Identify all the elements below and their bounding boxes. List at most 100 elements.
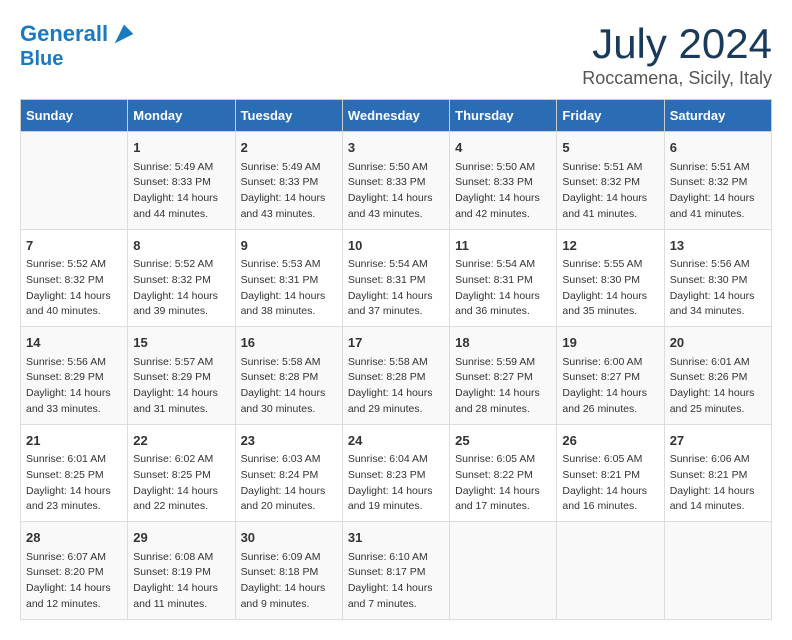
calendar-cell <box>664 522 771 620</box>
location-title: Roccamena, Sicily, Italy <box>582 68 772 89</box>
page-header: Generall Blue July 2024 Roccamena, Sicil… <box>20 20 772 89</box>
calendar-cell: 2Sunrise: 5:49 AM Sunset: 8:33 PM Daylig… <box>235 132 342 230</box>
calendar-cell: 28Sunrise: 6:07 AM Sunset: 8:20 PM Dayli… <box>21 522 128 620</box>
calendar-week-row: 7 Sunrise: 5:52 AM Sunset: 8:32 PM Daylig… <box>21 229 772 327</box>
day-number: 29 <box>133 528 229 548</box>
calendar-cell: 16Sunrise: 5:58 AM Sunset: 8:28 PM Dayli… <box>235 327 342 425</box>
day-info: Sunrise: 5:50 AM Sunset: 8:33 PM Dayligh… <box>348 160 444 223</box>
day-number: 28 <box>26 528 122 548</box>
day-number: 16 <box>241 333 337 353</box>
calendar-cell: 12Sunrise: 5:55 AM Sunset: 8:30 PM Dayli… <box>557 229 664 327</box>
calendar-cell: 25Sunrise: 6:05 AM Sunset: 8:22 PM Dayli… <box>450 424 557 522</box>
day-info: Sunrise: 5:56 AM Sunset: 8:30 PM Dayligh… <box>670 257 766 320</box>
day-info: Sunrise: 6:05 AM Sunset: 8:21 PM Dayligh… <box>562 452 658 515</box>
day-info: Sunrise: 6:08 AM Sunset: 8:19 PM Dayligh… <box>133 550 229 613</box>
day-info: Sunrise: 5:58 AM Sunset: 8:28 PM Dayligh… <box>241 355 337 418</box>
calendar-cell: 17Sunrise: 5:58 AM Sunset: 8:28 PM Dayli… <box>342 327 449 425</box>
calendar-week-row: 14Sunrise: 5:56 AM Sunset: 8:29 PM Dayli… <box>21 327 772 425</box>
calendar-cell: 18Sunrise: 5:59 AM Sunset: 8:27 PM Dayli… <box>450 327 557 425</box>
day-number: 23 <box>241 431 337 451</box>
month-title: July 2024 <box>582 20 772 68</box>
calendar-cell: 10Sunrise: 5:54 AM Sunset: 8:31 PM Dayli… <box>342 229 449 327</box>
day-info: Sunrise: 6:10 AM Sunset: 8:17 PM Dayligh… <box>348 550 444 613</box>
header-sunday: Sunday <box>21 100 128 132</box>
calendar-cell: 8Sunrise: 5:52 AM Sunset: 8:32 PM Daylig… <box>128 229 235 327</box>
calendar-cell: 29Sunrise: 6:08 AM Sunset: 8:19 PM Dayli… <box>128 522 235 620</box>
logo-icon <box>110 20 138 48</box>
day-info: Sunrise: 6:05 AM Sunset: 8:22 PM Dayligh… <box>455 452 551 515</box>
title-block: July 2024 Roccamena, Sicily, Italy <box>582 20 772 89</box>
day-info: Sunrise: 5:49 AM Sunset: 8:33 PM Dayligh… <box>133 160 229 223</box>
calendar-cell: 6Sunrise: 5:51 AM Sunset: 8:32 PM Daylig… <box>664 132 771 230</box>
day-number: 14 <box>26 333 122 353</box>
calendar-cell: 20Sunrise: 6:01 AM Sunset: 8:26 PM Dayli… <box>664 327 771 425</box>
header-monday: Monday <box>128 100 235 132</box>
day-info: Sunrise: 6:06 AM Sunset: 8:21 PM Dayligh… <box>670 452 766 515</box>
day-number: 24 <box>348 431 444 451</box>
day-info: Sunrise: 5:57 AM Sunset: 8:29 PM Dayligh… <box>133 355 229 418</box>
day-info: Sunrise: 5:59 AM Sunset: 8:27 PM Dayligh… <box>455 355 551 418</box>
calendar-cell: 21Sunrise: 6:01 AM Sunset: 8:25 PM Dayli… <box>21 424 128 522</box>
header-thursday: Thursday <box>450 100 557 132</box>
calendar-cell: 3Sunrise: 5:50 AM Sunset: 8:33 PM Daylig… <box>342 132 449 230</box>
day-info: Sunrise: 5:52 AM Sunset: 8:32 PM Dayligh… <box>133 257 229 320</box>
day-info: Sunrise: 5:49 AM Sunset: 8:33 PM Dayligh… <box>241 160 337 223</box>
calendar-cell: 1Sunrise: 5:49 AM Sunset: 8:33 PM Daylig… <box>128 132 235 230</box>
calendar-cell <box>450 522 557 620</box>
header-saturday: Saturday <box>664 100 771 132</box>
day-info: Sunrise: 6:07 AM Sunset: 8:20 PM Dayligh… <box>26 550 122 613</box>
calendar-cell: 30Sunrise: 6:09 AM Sunset: 8:18 PM Dayli… <box>235 522 342 620</box>
day-info: Sunrise: 5:55 AM Sunset: 8:30 PM Dayligh… <box>562 257 658 320</box>
calendar-cell: 15Sunrise: 5:57 AM Sunset: 8:29 PM Dayli… <box>128 327 235 425</box>
calendar-week-row: 1Sunrise: 5:49 AM Sunset: 8:33 PM Daylig… <box>21 132 772 230</box>
calendar-table: Sunday Monday Tuesday Wednesday Thursday… <box>20 99 772 620</box>
header-wednesday: Wednesday <box>342 100 449 132</box>
day-info: Sunrise: 5:58 AM Sunset: 8:28 PM Dayligh… <box>348 355 444 418</box>
calendar-week-row: 21Sunrise: 6:01 AM Sunset: 8:25 PM Dayli… <box>21 424 772 522</box>
day-info: Sunrise: 5:51 AM Sunset: 8:32 PM Dayligh… <box>670 160 766 223</box>
day-number: 31 <box>348 528 444 548</box>
day-number: 1 <box>133 138 229 158</box>
day-info: Sunrise: 5:53 AM Sunset: 8:31 PM Dayligh… <box>241 257 337 320</box>
day-number: 30 <box>241 528 337 548</box>
calendar-cell: 24Sunrise: 6:04 AM Sunset: 8:23 PM Dayli… <box>342 424 449 522</box>
day-number: 3 <box>348 138 444 158</box>
day-number: 7 <box>26 236 122 256</box>
calendar-body: 1Sunrise: 5:49 AM Sunset: 8:33 PM Daylig… <box>21 132 772 620</box>
day-number: 15 <box>133 333 229 353</box>
day-number: 26 <box>562 431 658 451</box>
day-number: 20 <box>670 333 766 353</box>
day-info: Sunrise: 6:00 AM Sunset: 8:27 PM Dayligh… <box>562 355 658 418</box>
calendar-cell: 11Sunrise: 5:54 AM Sunset: 8:31 PM Dayli… <box>450 229 557 327</box>
day-number: 18 <box>455 333 551 353</box>
weekday-header-row: Sunday Monday Tuesday Wednesday Thursday… <box>21 100 772 132</box>
day-number: 9 <box>241 236 337 256</box>
day-info: Sunrise: 5:51 AM Sunset: 8:32 PM Dayligh… <box>562 160 658 223</box>
day-number: 2 <box>241 138 337 158</box>
day-number: 11 <box>455 236 551 256</box>
calendar-cell: 13Sunrise: 5:56 AM Sunset: 8:30 PM Dayli… <box>664 229 771 327</box>
calendar-cell: 9Sunrise: 5:53 AM Sunset: 8:31 PM Daylig… <box>235 229 342 327</box>
calendar-cell: 7Sunrise: 5:52 AM Sunset: 8:32 PM Daylig… <box>21 229 128 327</box>
calendar-cell: 19Sunrise: 6:00 AM Sunset: 8:27 PM Dayli… <box>557 327 664 425</box>
day-number: 19 <box>562 333 658 353</box>
calendar-week-row: 28Sunrise: 6:07 AM Sunset: 8:20 PM Dayli… <box>21 522 772 620</box>
calendar-cell: 22Sunrise: 6:02 AM Sunset: 8:25 PM Dayli… <box>128 424 235 522</box>
calendar-cell: 26Sunrise: 6:05 AM Sunset: 8:21 PM Dayli… <box>557 424 664 522</box>
logo-text: Generall <box>20 22 108 46</box>
day-info: Sunrise: 6:01 AM Sunset: 8:26 PM Dayligh… <box>670 355 766 418</box>
day-info: Sunrise: 6:01 AM Sunset: 8:25 PM Dayligh… <box>26 452 122 515</box>
day-number: 5 <box>562 138 658 158</box>
logo-blue: Blue <box>20 48 138 70</box>
calendar-cell: 5Sunrise: 5:51 AM Sunset: 8:32 PM Daylig… <box>557 132 664 230</box>
day-info: Sunrise: 6:03 AM Sunset: 8:24 PM Dayligh… <box>241 452 337 515</box>
calendar-cell: 14Sunrise: 5:56 AM Sunset: 8:29 PM Dayli… <box>21 327 128 425</box>
day-info: Sunrise: 5:54 AM Sunset: 8:31 PM Dayligh… <box>348 257 444 320</box>
day-info: Sunrise: 5:54 AM Sunset: 8:31 PM Dayligh… <box>455 257 551 320</box>
calendar-cell: 4Sunrise: 5:50 AM Sunset: 8:33 PM Daylig… <box>450 132 557 230</box>
day-number: 13 <box>670 236 766 256</box>
day-number: 8 <box>133 236 229 256</box>
calendar-cell <box>557 522 664 620</box>
day-number: 6 <box>670 138 766 158</box>
day-number: 21 <box>26 431 122 451</box>
